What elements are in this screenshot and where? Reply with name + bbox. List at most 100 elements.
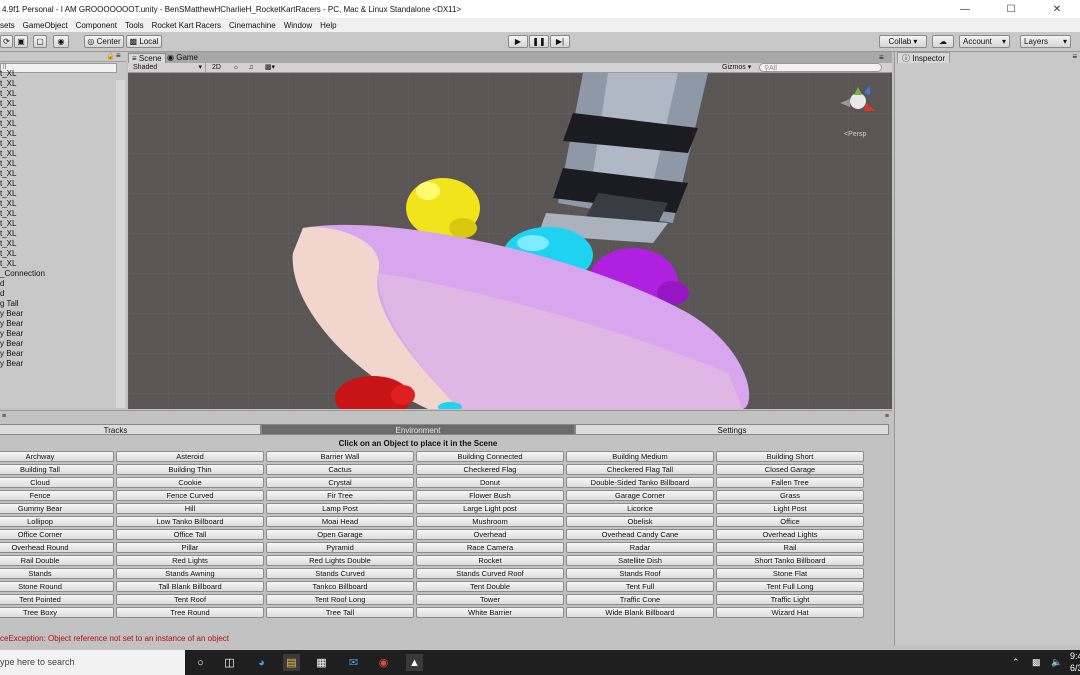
tab-environment[interactable]: Environment — [261, 424, 575, 435]
place-object-button[interactable]: Checkered Flag — [416, 464, 564, 475]
transform-tool-icon[interactable]: ◉ — [53, 35, 69, 48]
panel-menu-icon[interactable]: ≡ — [876, 53, 887, 63]
place-object-button[interactable]: Fir Tree — [266, 490, 414, 501]
place-object-button[interactable]: Red Lights Double — [266, 555, 414, 566]
place-object-button[interactable]: Lollipop — [0, 516, 114, 527]
place-object-button[interactable]: Building Connected — [416, 451, 564, 462]
place-object-button[interactable]: Rail Double — [0, 555, 114, 566]
pivot-local-button[interactable]: ▩ Local — [126, 35, 162, 48]
place-object-button[interactable]: Low Tanko Billboard — [116, 516, 264, 527]
panel-menu-icon[interactable]: ≡ — [116, 52, 121, 60]
place-object-button[interactable]: Stone Flat — [716, 568, 864, 579]
layers-dropdown[interactable]: Layers ▾ — [1020, 35, 1071, 48]
hierarchy-item[interactable]: t_XL — [0, 89, 45, 99]
minimize-icon[interactable]: — — [942, 0, 988, 18]
place-object-button[interactable]: Stands Curved — [266, 568, 414, 579]
place-object-button[interactable]: Stands Roof — [566, 568, 714, 579]
hierarchy-item[interactable]: y Bear — [0, 319, 45, 329]
place-object-button[interactable]: Stone Round — [0, 581, 114, 592]
place-object-button[interactable]: Moai Head — [266, 516, 414, 527]
place-object-button[interactable]: Gummy Bear — [0, 503, 114, 514]
place-object-button[interactable]: Tower — [416, 594, 564, 605]
hierarchy-item[interactable]: t_XL — [0, 229, 45, 239]
cortana-icon[interactable]: ○ — [192, 654, 209, 671]
place-object-button[interactable]: Traffic Cone — [566, 594, 714, 605]
hierarchy-item[interactable]: t_XL — [0, 189, 45, 199]
place-object-button[interactable]: Mushroom — [416, 516, 564, 527]
console-status-bar[interactable]: ceException: Object reference not set to… — [0, 632, 892, 646]
tab-scene[interactable]: ≡ Scene — [128, 53, 166, 63]
place-object-button[interactable]: Checkered Flag Tall — [566, 464, 714, 475]
hierarchy-item[interactable]: d — [0, 289, 45, 299]
chrome-icon[interactable]: ◉ — [375, 654, 392, 671]
hierarchy-item[interactable]: y Bear — [0, 339, 45, 349]
place-object-button[interactable]: Short Tanko Billboard — [716, 555, 864, 566]
place-object-button[interactable]: Closed Garage — [716, 464, 864, 475]
menu-help[interactable]: Help — [320, 21, 341, 30]
pause-button[interactable]: ❚❚ — [529, 35, 549, 48]
scene-viewport[interactable]: <Persp — [128, 73, 892, 409]
place-object-button[interactable]: Cookie — [116, 477, 264, 488]
place-object-button[interactable]: Office Tall — [116, 529, 264, 540]
shading-mode-dropdown[interactable]: Shaded ▾ — [130, 63, 206, 72]
menu-gameobject[interactable]: GameObject — [23, 21, 73, 30]
scale-tool-icon[interactable]: ▣ — [14, 35, 28, 48]
place-object-button[interactable]: Tree Boxy — [0, 607, 114, 618]
menu-window[interactable]: Window — [284, 21, 317, 30]
maximize-icon[interactable]: ☐ — [988, 0, 1034, 18]
persp-label[interactable]: <Persp — [844, 131, 866, 138]
hierarchy-item[interactable]: _Connection — [0, 269, 45, 279]
place-object-button[interactable]: Crystal — [266, 477, 414, 488]
hierarchy-item[interactable]: t_XL — [0, 119, 45, 129]
place-object-button[interactable]: Overhead — [416, 529, 564, 540]
place-object-button[interactable]: Donut — [416, 477, 564, 488]
place-object-button[interactable]: Tall Blank Billboard — [116, 581, 264, 592]
scene-search-input[interactable]: ⚲All — [759, 63, 882, 72]
menu-component[interactable]: Component — [76, 21, 122, 30]
cloud-icon[interactable]: ☁ — [932, 35, 954, 48]
place-object-button[interactable]: Tent Double — [416, 581, 564, 592]
hierarchy-item[interactable]: t_XL — [0, 99, 45, 109]
place-object-button[interactable]: Building Short — [716, 451, 864, 462]
rect-tool-icon[interactable]: ▢ — [33, 35, 47, 48]
hierarchy-item[interactable]: t_XL — [0, 219, 45, 229]
clock-date[interactable]: 6/3 — [1070, 656, 1080, 675]
place-object-button[interactable]: Asteroid — [116, 451, 264, 462]
place-object-button[interactable]: Cloud — [0, 477, 114, 488]
place-object-button[interactable]: Cactus — [266, 464, 414, 475]
place-object-button[interactable]: Overhead Lights — [716, 529, 864, 540]
edge-icon[interactable]: ◕ — [253, 654, 270, 671]
close-icon[interactable]: ✕ — [1034, 0, 1080, 18]
place-object-button[interactable]: Overhead Candy Cane — [566, 529, 714, 540]
place-object-button[interactable]: Building Medium — [566, 451, 714, 462]
place-object-button[interactable]: Satellite Dish — [566, 555, 714, 566]
tab-settings[interactable]: Settings — [575, 424, 889, 435]
place-object-button[interactable]: Wizard Hat — [716, 607, 864, 618]
hierarchy-item[interactable]: t_XL — [0, 179, 45, 189]
file-explorer-icon[interactable]: ▤ — [283, 654, 300, 671]
place-object-button[interactable]: Tent Full Long — [716, 581, 864, 592]
hierarchy-item[interactable]: d — [0, 279, 45, 289]
place-object-button[interactable]: Traffic Light — [716, 594, 864, 605]
place-object-button[interactable]: Barrier Wall — [266, 451, 414, 462]
hierarchy-item[interactable]: t_XL — [0, 79, 45, 89]
store-icon[interactable]: ▦ — [313, 654, 330, 671]
place-object-button[interactable]: Light Post — [716, 503, 864, 514]
place-object-button[interactable]: Obelisk — [566, 516, 714, 527]
gizmos-dropdown[interactable]: Gizmos ▾ — [722, 63, 756, 72]
hierarchy-item[interactable]: t_XL — [0, 69, 45, 79]
place-object-button[interactable]: Archway — [0, 451, 114, 462]
step-button[interactable]: ▶| — [550, 35, 570, 48]
hierarchy-item[interactable]: y Bear — [0, 329, 45, 339]
account-dropdown[interactable]: Account ▾ — [959, 35, 1010, 48]
mail-icon[interactable]: ✉ — [345, 654, 362, 671]
2d-toggle[interactable]: 2D — [209, 63, 224, 72]
place-object-button[interactable]: Fallen Tree — [716, 477, 864, 488]
collab-button[interactable]: Collab ▾ — [879, 35, 927, 48]
hierarchy-item[interactable]: t_XL — [0, 209, 45, 219]
effects-icon[interactable]: ▩▾ — [262, 63, 278, 72]
lock-icon[interactable]: 🔒 — [106, 52, 115, 60]
place-object-button[interactable]: Tent Pointed — [0, 594, 114, 605]
audio-icon[interactable]: ♫ — [246, 63, 256, 72]
panel-menu-icon[interactable]: ≡ — [2, 413, 6, 420]
